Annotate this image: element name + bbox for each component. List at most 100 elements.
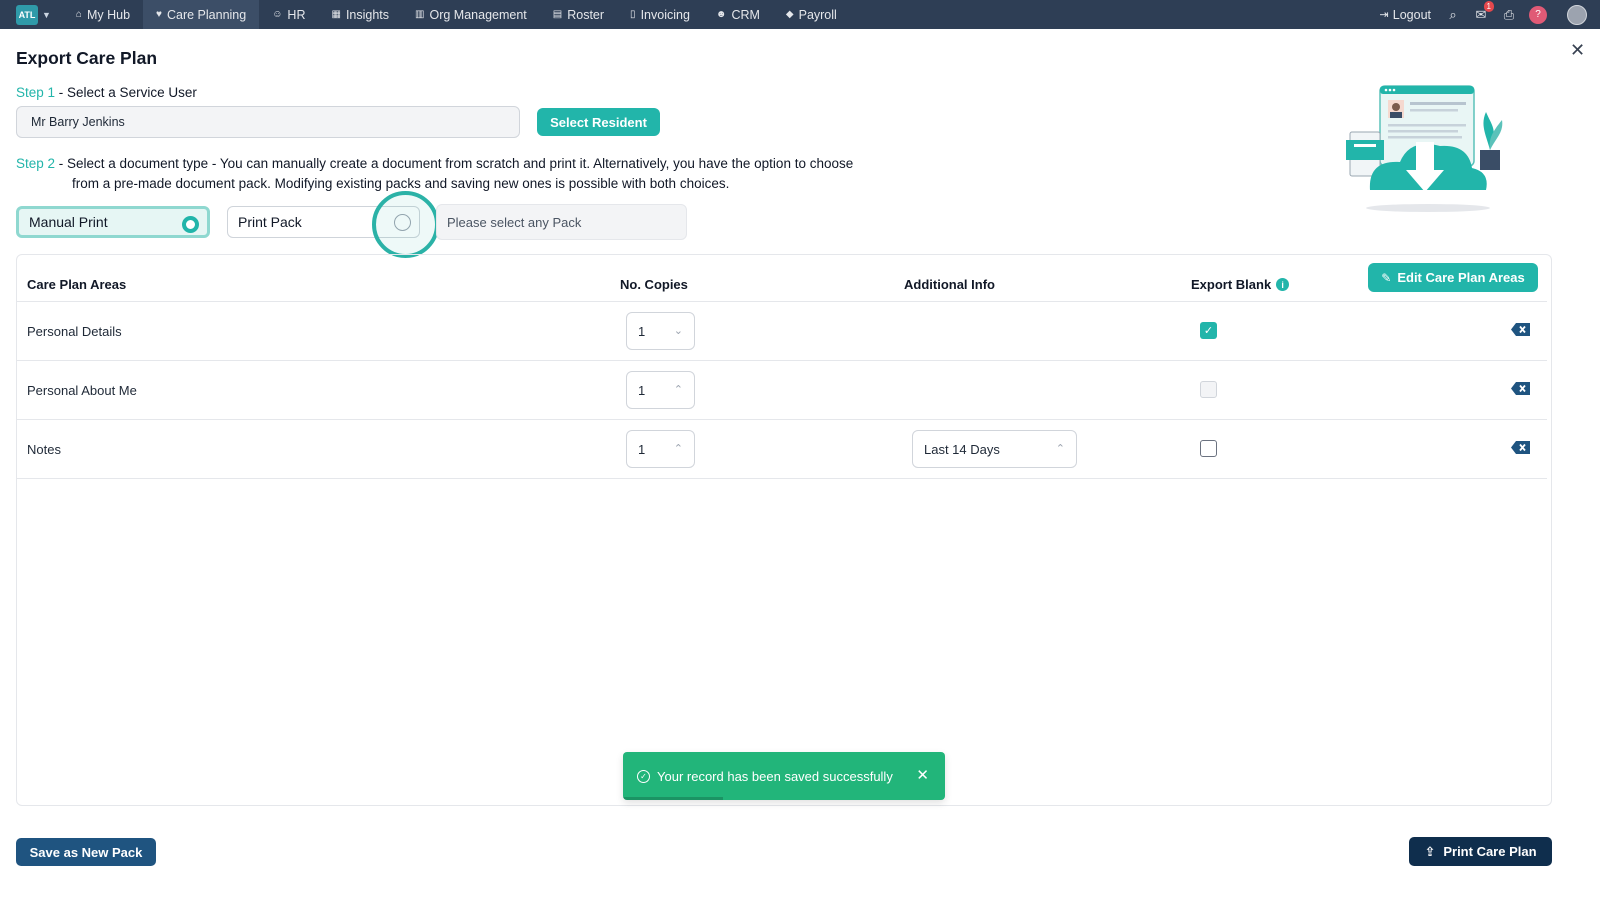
copies-select[interactable]: 1 ⌄ (626, 312, 695, 350)
copies-select[interactable]: 1 ⌃ (626, 430, 695, 468)
nav-item-roster[interactable]: ▤ Roster (540, 0, 617, 29)
home-icon: ⌂ (75, 9, 82, 20)
export-blank-checkbox (1200, 381, 1217, 398)
export-blank-checkbox[interactable]: ✓ (1200, 322, 1217, 339)
toast-message: Your record has been saved successfully (657, 768, 893, 784)
top-navbar: ATL ▼ ⌂ My Hub ♥ Care Planning ☺ HR ▦ Insights ▥… (0, 0, 1600, 29)
print-icon[interactable]: ⎙ (1501, 7, 1517, 23)
nav-item-label: Invoicing (640, 7, 690, 22)
delete-icon[interactable] (1511, 323, 1530, 336)
step1-text: - Select a Service User (55, 85, 197, 100)
avatar[interactable] (1567, 4, 1587, 25)
copies-value: 1 (638, 323, 646, 339)
logout-icon: ⇥ (1379, 9, 1389, 21)
nav-item-my-hub[interactable]: ⌂ My Hub (63, 0, 143, 29)
step1-label: Step 1 (16, 85, 56, 100)
nav-item-label: Roster (567, 7, 605, 22)
row-area-label: Personal About Me (27, 383, 137, 398)
print-pack-label: Print Pack (238, 214, 302, 230)
info-icon[interactable]: i (1276, 278, 1290, 291)
resident-value: Mr Barry Jenkins (31, 115, 125, 129)
nav-actions: ⇥ Logout ⌕ ✉ 1 ⎙ ? (1380, 0, 1600, 29)
header-additional-info: Additional Info (904, 277, 995, 292)
header-divider (17, 301, 1547, 302)
close-icon[interactable]: ✕ (1570, 40, 1585, 61)
row-divider (17, 419, 1547, 420)
check-circle-icon: ✓ (637, 769, 650, 783)
step2-description-2: from a pre-made document pack. Modifying… (72, 176, 730, 191)
nav-item-care-planning[interactable]: ♥ Care Planning (143, 0, 260, 29)
copies-value: 1 (638, 441, 646, 457)
contacts-icon: ☻ (715, 9, 727, 20)
row-divider (17, 478, 1547, 479)
nav-item-crm[interactable]: ☻ CRM (703, 0, 773, 29)
click-indicator (372, 191, 439, 258)
header-export-blank: Export Blank i (1191, 277, 1290, 292)
document-icon: ▯ (630, 9, 636, 20)
manual-print-option[interactable]: Manual Print (16, 206, 210, 238)
help-icon[interactable]: ? (1529, 5, 1547, 24)
search-icon[interactable]: ⌕ (1445, 7, 1461, 23)
save-as-new-pack-button[interactable]: Save as New Pack (16, 838, 156, 866)
copies-value: 1 (638, 382, 646, 398)
print-care-plan-label: Print Care Plan (1443, 844, 1537, 859)
nav-item-label: My Hub (86, 7, 131, 22)
chart-icon: ▦ (331, 9, 341, 20)
edit-care-plan-areas-label: Edit Care Plan Areas (1397, 270, 1525, 285)
header-export-blank-label: Export Blank (1191, 277, 1272, 292)
upload-icon: ⇪ (1424, 843, 1436, 859)
nav-item-label: Org Management (429, 7, 527, 22)
delete-icon[interactable] (1511, 441, 1530, 454)
page-title: Export Care Plan (16, 48, 158, 68)
users-icon: ☺ (272, 9, 283, 20)
success-toast: ✓ Your record has been saved successfull… (623, 752, 945, 800)
nav-item-label: Payroll (798, 7, 837, 22)
toast-close-icon[interactable]: ✕ (916, 766, 929, 784)
care-plan-table (16, 254, 1552, 806)
step2-label: Step 2 (16, 156, 56, 171)
edit-care-plan-areas-button[interactable]: ✎ Edit Care Plan Areas (1368, 263, 1538, 292)
chevron-down-icon: ▼ (42, 9, 51, 20)
row-divider (17, 360, 1547, 361)
nav-item-payroll[interactable]: ◆ Payroll (773, 0, 850, 29)
row-area-label: Notes (27, 442, 61, 457)
copies-select[interactable]: 1 ⌃ (626, 371, 695, 409)
brand-logo: ATL (16, 4, 38, 25)
nav-item-invoicing[interactable]: ▯ Invoicing (617, 0, 703, 29)
additional-info-select[interactable]: Last 14 Days ⌃ (912, 430, 1077, 468)
heart-icon: ♥ (156, 9, 162, 20)
delete-icon[interactable] (1511, 382, 1530, 395)
select-resident-button[interactable]: Select Resident (537, 108, 660, 136)
calendar-icon: ▤ (552, 9, 563, 20)
mail-icon[interactable]: ✉ 1 (1473, 0, 1494, 23)
chevron-up-icon: ⌃ (673, 384, 683, 396)
resident-input[interactable]: Mr Barry Jenkins (16, 106, 520, 138)
chevron-up-icon: ⌃ (1055, 443, 1065, 455)
logout-button[interactable]: ⇥ Logout (1380, 8, 1431, 22)
manual-print-label: Manual Print (29, 214, 108, 230)
row-area-label: Personal Details (27, 324, 122, 339)
print-care-plan-button[interactable]: ⇪ Print Care Plan (1409, 837, 1552, 866)
additional-info-value: Last 14 Days (924, 441, 1000, 457)
nav-item-hr[interactable]: ☺ HR (259, 0, 318, 29)
tag-icon: ◆ (785, 9, 794, 20)
header-care-plan-areas: Care Plan Areas (27, 277, 127, 292)
nav-item-org-management[interactable]: ▥ Org Management (402, 0, 540, 29)
toast-progress-bar (623, 797, 723, 800)
step2-subtitle: - Select a document type - (55, 156, 220, 171)
header-no-copies: No. Copies (620, 277, 688, 292)
building-icon: ▥ (415, 9, 425, 20)
export-illustration (1346, 85, 1503, 212)
export-blank-checkbox[interactable] (1200, 440, 1217, 457)
manual-print-radio[interactable] (182, 216, 199, 233)
nav-item-label: Insights (345, 7, 390, 22)
chevron-down-icon: ⌄ (673, 325, 683, 337)
step2-heading: Step 2 - Select a document type - You ca… (16, 154, 916, 194)
logout-label: Logout (1392, 7, 1431, 22)
pencil-icon: ✎ (1381, 270, 1392, 285)
nav-item-label: CRM (731, 7, 760, 22)
nav-item-insights[interactable]: ▦ Insights (318, 0, 402, 29)
notification-badge: 1 (1483, 0, 1494, 12)
brand-switcher[interactable]: ATL ▼ (16, 4, 51, 25)
pack-select[interactable]: Please select any Pack (436, 204, 687, 240)
